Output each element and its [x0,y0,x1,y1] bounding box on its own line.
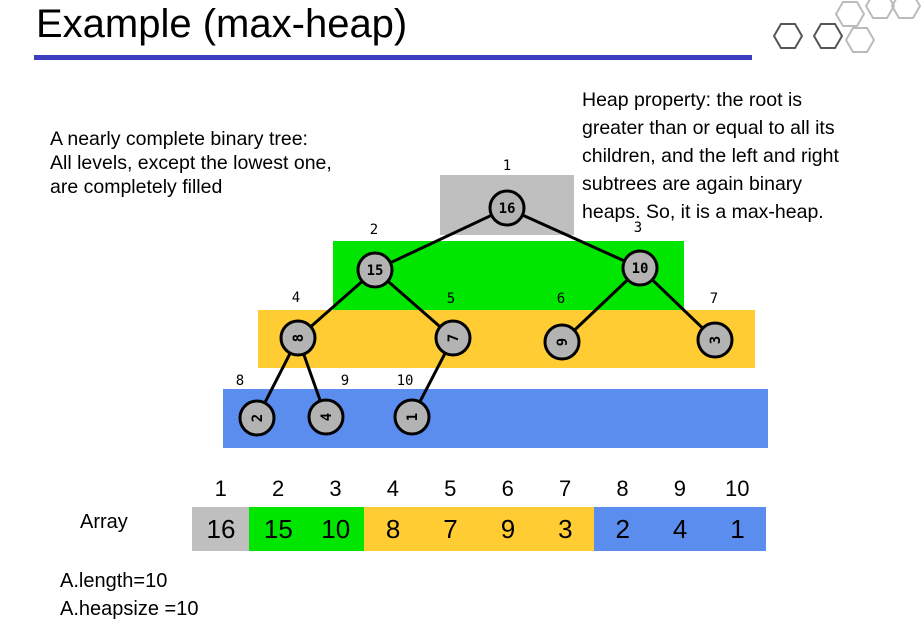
heap-node-key: 8 [291,334,307,342]
array-index: 6 [501,476,514,501]
array-cell: 8 [364,507,423,551]
array-cell: 10 [306,507,365,551]
array-cell: 2 [593,507,652,551]
level-2-band [258,310,755,368]
heap-node-position: 2 [370,222,378,238]
heap-node-key: 9 [555,338,571,346]
array-label: Array [80,511,128,533]
heapsize-text: A.heapsize =10 [60,598,199,620]
array-cell: 4 [651,507,710,551]
array-index: 3 [329,476,342,501]
heap-node-key: 4 [319,413,335,421]
array-index: 8 [616,476,629,501]
array-index: 7 [558,476,572,501]
heap-node-key: 2 [250,414,266,422]
array-index: 10 [725,476,750,501]
heap-node-position: 4 [292,290,300,306]
level-3-band [223,389,768,448]
array-cell: 9 [479,507,537,551]
array-index: 1 [214,476,227,501]
array-cell: 3 [536,507,595,551]
heap-node-key: 1 [405,413,421,421]
array-index: 4 [386,476,400,501]
heap-node-position: 7 [710,291,718,307]
array-cell: 15 [249,507,308,551]
heap-node-position: 9 [341,373,349,389]
heap-node-key: 15 [367,263,384,279]
heap-node-position: 3 [634,220,642,236]
heap-node-key: 16 [499,201,516,217]
heap-node-key: 3 [708,336,724,344]
heap-tree-diagram: 16 1 15 2 10 3 8 4 7 5 9 6 3 7 2 8 4 9 1 10 [223,158,768,448]
heap-node-position: 10 [397,373,414,389]
array-cell: 16 [192,507,250,551]
heap-node-position: 6 [557,291,565,307]
array-cell: 7 [421,507,480,551]
length-text: A.length=10 [60,570,168,592]
array-index: 2 [271,476,285,501]
heap-node-position: 8 [236,373,244,389]
array-index: 5 [444,476,457,501]
heap-node-key: 10 [632,261,649,277]
heap-node-position: 1 [503,158,511,174]
heap-node-position: 5 [447,291,455,307]
heap-node-key: 7 [446,334,462,342]
array-index: 9 [673,476,687,501]
array-cell: 1 [708,507,767,551]
